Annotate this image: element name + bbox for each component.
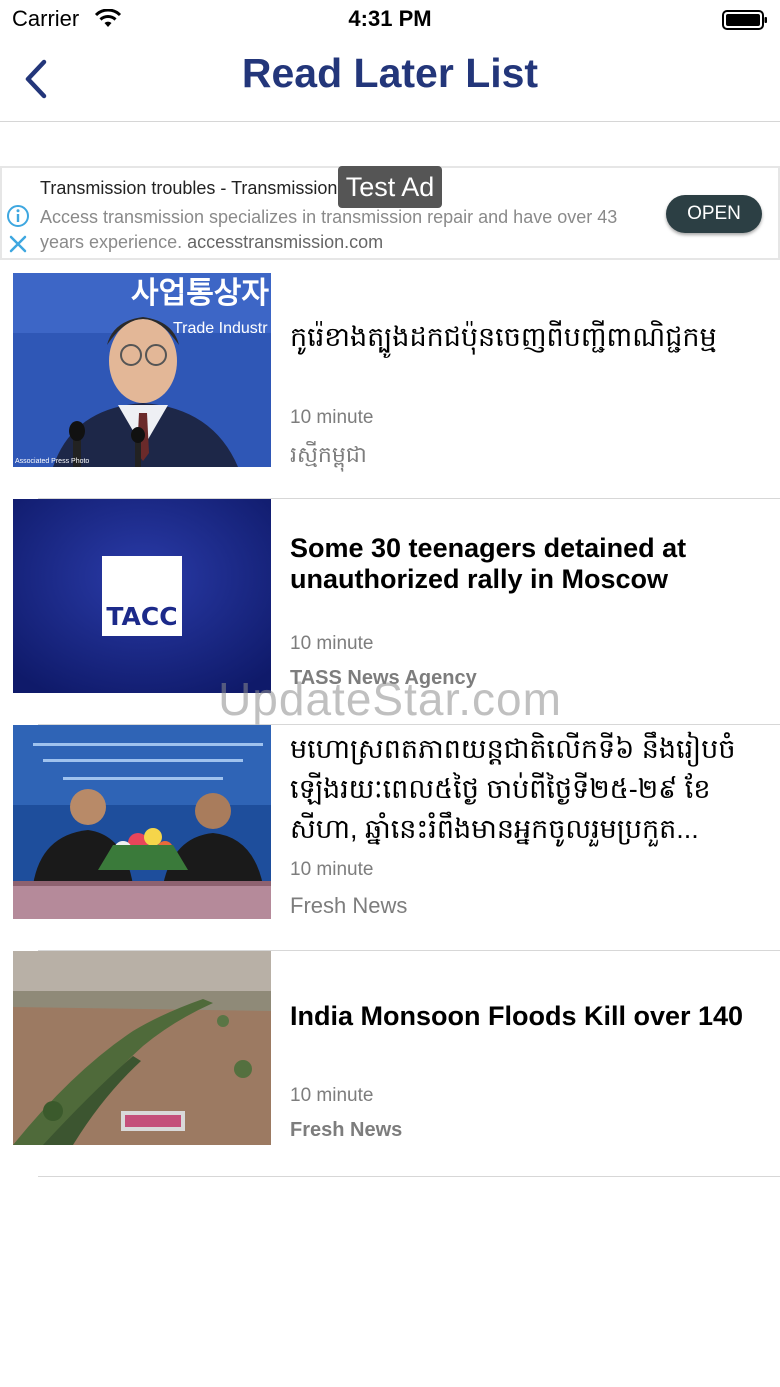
article-time: 10 minute (290, 1085, 374, 1106)
flood-photo (13, 951, 271, 1145)
svg-text:Associated Press Photo: Associated Press Photo (15, 458, 89, 465)
press-conference-photo (13, 725, 271, 919)
tass-logo-text: TACC (106, 602, 177, 631)
ad-domain: accesstransmission.com (187, 232, 384, 252)
close-icon[interactable] (8, 234, 28, 254)
info-icon[interactable] (6, 204, 30, 228)
tass-logo-image: TACC (13, 499, 271, 693)
page-title: Read Later List (241, 50, 539, 96)
article-row[interactable]: TACC Some 30 teenagers detained at unaut… (0, 499, 780, 725)
article-thumbnail (13, 725, 271, 919)
battery-icon (722, 10, 767, 30)
article-title: India Monsoon Floods Kill over 140 (290, 1001, 744, 1031)
article-thumbnail (13, 951, 271, 1145)
article-time: 10 minute (290, 407, 374, 428)
svg-text:사업통상자: 사업통상자 (131, 276, 269, 311)
article-thumbnail: 사업통상자 Trade Industr Associated Press Pho… (13, 273, 271, 467)
status-bar: Carrier 4:31 PM (0, 0, 780, 40)
article-source: រស្មីកម្ពុជា (290, 442, 367, 467)
article-source: TASS News Agency (290, 667, 477, 689)
ad-open-button[interactable]: OPEN (666, 195, 762, 233)
article-title: Some 30 teenagers detained at unauthoriz… (290, 533, 687, 594)
article-time: 10 minute (290, 633, 374, 654)
navigation-bar: Read Later List (0, 40, 780, 122)
ad-title: Transmission troubles - Transmission (40, 178, 338, 198)
article-source: Fresh News (290, 1119, 403, 1141)
article-source: Fresh News (290, 893, 408, 918)
article-title: មហោស្រពតភាពយន្តជាតិលើកទី៦ នឹងរៀបចំឡើងរយៈ… (290, 734, 736, 844)
ad-description: Access transmission specializes in trans… (40, 205, 660, 255)
article-time: 10 minute (290, 859, 374, 880)
article-row[interactable]: មហោស្រពតភាពយន្តជាតិលើកទី៦ នឹងរៀបចំឡើងរយៈ… (0, 725, 780, 951)
article-row[interactable]: India Monsoon Floods Kill over 140 10 mi… (0, 951, 780, 1177)
speaker-photo: 사업통상자 Trade Industr Associated Press Pho… (13, 273, 271, 467)
article-row[interactable]: 사업통상자 Trade Industr Associated Press Pho… (0, 273, 780, 499)
article-thumbnail: TACC (13, 499, 271, 693)
article-title: កូរ៉េខាងត្បូងដកជប៉ុនចេញពីបញ្ជីពាណិជ្ជកម្… (290, 322, 717, 352)
svg-text:Trade Industr: Trade Industr (173, 320, 268, 337)
test-ad-badge: Test Ad (338, 166, 442, 208)
row-divider (38, 1176, 780, 1177)
clock: 4:31 PM (348, 6, 432, 31)
